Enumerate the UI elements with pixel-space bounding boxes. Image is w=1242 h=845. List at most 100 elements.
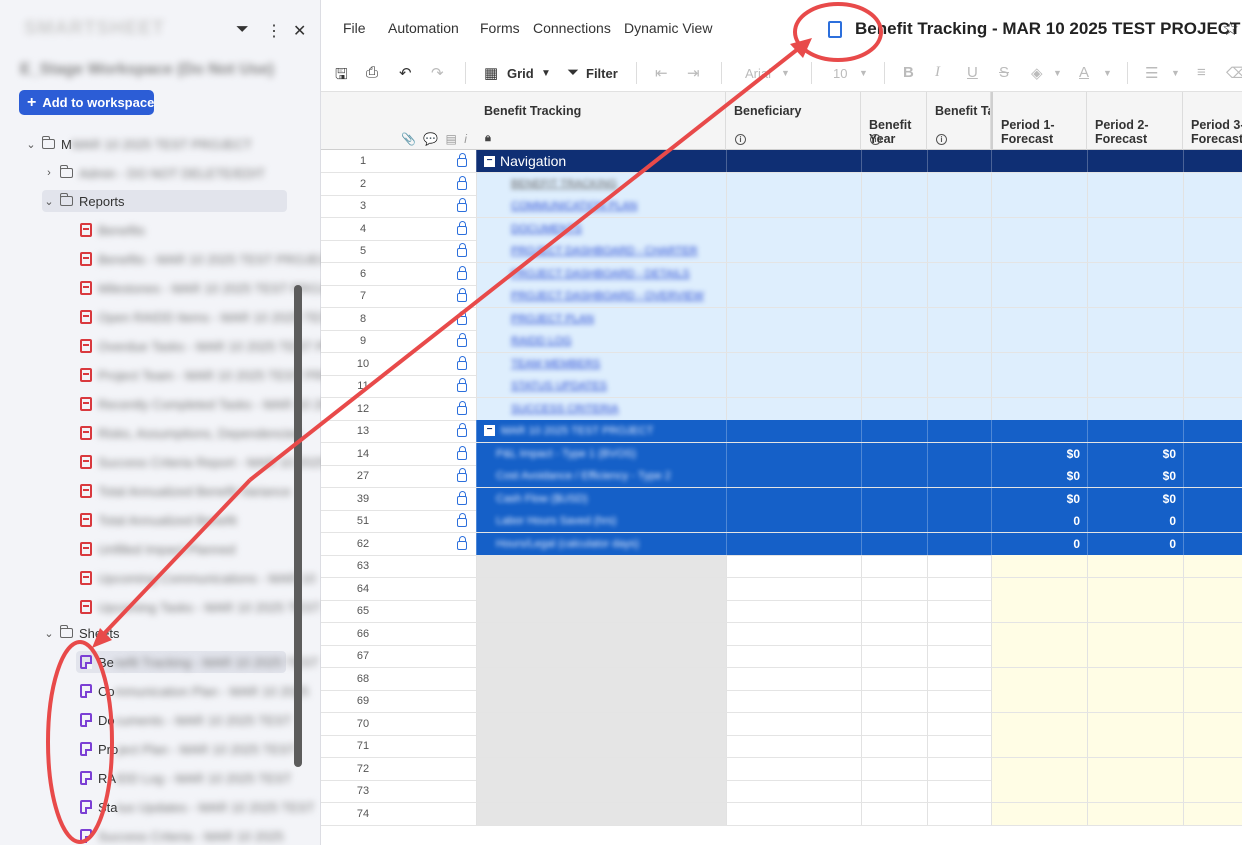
chevron-down-icon[interactable]: ▼: [859, 68, 868, 78]
period2-value[interactable]: 0: [1087, 537, 1176, 551]
report-item[interactable]: Total Annualized Benefit Variance: [80, 480, 291, 502]
sheet-item[interactable]: Sta tus Updates - MAR 10 2025 TEST: [76, 796, 315, 818]
report-item[interactable]: Success Criteria Report - MAR 10 2025: [80, 451, 326, 473]
nav-link[interactable]: STATUS UPDATES: [511, 380, 607, 392]
table-row[interactable]: 9 RAIDD LOG: [321, 330, 1242, 353]
sidebar-scrollbar[interactable]: [294, 285, 302, 767]
table-row[interactable]: 66: [321, 622, 1242, 646]
sheets-folder-item[interactable]: ⌄ Sheets: [42, 622, 292, 644]
italic-icon[interactable]: I: [935, 64, 940, 81]
report-item[interactable]: Upcoming Communications - MAR 10: [80, 567, 315, 589]
clear-format-icon[interactable]: ⌫: [1226, 64, 1242, 82]
undo-icon[interactable]: ↶: [399, 64, 412, 82]
table-row[interactable]: 67: [321, 645, 1242, 668]
info-icon[interactable]: i: [870, 134, 881, 145]
navigation-label[interactable]: − Navigation: [484, 153, 566, 169]
table-row[interactable]: 14 P&L Impact - Type 1 (BVOS) $0 $0: [321, 442, 1242, 466]
print-icon[interactable]: ⎙: [366, 64, 378, 81]
filter-button[interactable]: Filter: [586, 66, 618, 81]
table-row[interactable]: 6 PROJECT DASHBOARD - DETAILS: [321, 262, 1242, 286]
period1-value[interactable]: $0: [991, 492, 1080, 506]
period1-value[interactable]: $0: [991, 469, 1080, 483]
chevron-right-icon[interactable]: ›: [42, 167, 56, 179]
report-item[interactable]: Unfilled Impact Planned: [80, 538, 280, 560]
table-row[interactable]: 2 BENEFIT TRACKING: [321, 172, 1242, 196]
table-row[interactable]: 11 STATUS UPDATES: [321, 375, 1242, 398]
column-header-period3-forecast[interactable]: Period 3- Forecast: [1183, 92, 1242, 150]
report-item[interactable]: Benefits: [80, 219, 280, 241]
sheet-item[interactable]: Do cuments - MAR 10 2025 TEST: [76, 709, 291, 731]
wrap-text-icon[interactable]: ≡: [1197, 64, 1206, 81]
nav-link[interactable]: DOCUMENTS: [511, 223, 582, 235]
table-row[interactable]: 64: [321, 577, 1242, 601]
report-item[interactable]: Milestones - MAR 10 2025 TEST PROJECT: [80, 277, 352, 299]
info-icon[interactable]: i: [936, 134, 947, 145]
indent-icon[interactable]: ⇥: [687, 64, 700, 82]
column-header-period1-forecast[interactable]: Period 1- Forecast: [991, 92, 1087, 150]
chevron-down-icon[interactable]: ▼: [781, 68, 790, 78]
collapse-icon[interactable]: −: [484, 425, 495, 436]
grid-view-button[interactable]: Grid: [507, 66, 534, 81]
table-row[interactable]: 12 SUCCESS CRITERIA: [321, 397, 1242, 421]
chevron-down-icon[interactable]: ▼: [1171, 68, 1180, 78]
underline-icon[interactable]: U: [967, 64, 978, 81]
column-header-benefit-year[interactable]: Benefit Year i: [861, 92, 927, 150]
outdent-icon[interactable]: ⇤: [655, 64, 668, 82]
period2-value[interactable]: $0: [1087, 447, 1176, 461]
report-item[interactable]: Upcoming Tasks - MAR 10 2025 TEST: [80, 596, 321, 618]
table-row[interactable]: 62 Hours/Legal (calculator days) 0 0: [321, 532, 1242, 556]
table-row[interactable]: 71: [321, 735, 1242, 758]
report-item[interactable]: Project Team - MAR 10 2025 TEST PROJECT: [80, 364, 365, 386]
sheet-item[interactable]: Co mmunication Plan - MAR 10 2025: [76, 680, 309, 702]
table-row[interactable]: 1 − Navigation: [321, 150, 1242, 173]
nav-link[interactable]: PROJECT DASHBOARD - CHARTER: [511, 245, 698, 257]
sheet-item[interactable]: Pro ject Plan - MAR 10 2025 TEST: [76, 738, 296, 760]
period1-value[interactable]: 0: [991, 537, 1080, 551]
redo-icon[interactable]: ↷: [431, 64, 444, 82]
table-row[interactable]: 4 DOCUMENTS: [321, 217, 1242, 241]
period2-value[interactable]: $0: [1087, 469, 1176, 483]
table-row[interactable]: 68: [321, 667, 1242, 691]
report-item[interactable]: Overdue Tasks - MAR 10 2025 TEST PROJECT: [80, 335, 376, 357]
period2-value[interactable]: 0: [1087, 514, 1176, 528]
admin-folder-item[interactable]: › Admin - DO NOT DELETE/EDIT: [42, 162, 292, 184]
table-row[interactable]: 7 PROJECT DASHBOARD - OVERVIEW: [321, 285, 1242, 308]
period2-value[interactable]: $0: [1087, 492, 1176, 506]
save-icon[interactable]: 🖫: [335, 64, 348, 89]
menu-connections[interactable]: Connections: [533, 20, 611, 36]
reports-folder-item[interactable]: ⌄ Reports: [42, 190, 287, 212]
menu-dynamic-view[interactable]: Dynamic View: [624, 20, 712, 36]
chevron-down-icon[interactable]: ⌄: [24, 138, 38, 151]
report-item[interactable]: Benefits - MAR 10 2025 TEST PROJECT: [80, 248, 337, 270]
filter-icon[interactable]: ⏷: [236, 21, 249, 39]
table-row[interactable]: 74: [321, 802, 1242, 826]
nav-link[interactable]: PROJECT DASHBOARD - DETAILS: [511, 268, 690, 280]
column-header-beneficiary[interactable]: Beneficiary i: [726, 92, 861, 150]
chevron-down-icon[interactable]: ▼: [1053, 68, 1062, 78]
project-folder-item[interactable]: ⌄ M MAR 10 2025 TEST PROJECT: [24, 133, 294, 155]
chevron-down-icon[interactable]: ⌄: [42, 195, 56, 208]
table-row[interactable]: 65: [321, 600, 1242, 623]
sheet-title[interactable]: Benefit Tracking - MAR 10 2025 TEST PROJ…: [855, 19, 1240, 39]
report-item[interactable]: Open RAIDD Items - MAR 10 2025 TEST PROJ…: [80, 306, 401, 328]
add-to-workspace-button[interactable]: + Add to workspace: [19, 90, 154, 115]
menu-forms[interactable]: Forms: [480, 20, 520, 36]
period1-value[interactable]: $0: [991, 447, 1080, 461]
table-row[interactable]: 73: [321, 780, 1242, 803]
sheet-item[interactable]: Success Criteria - MAR 10 2025: [76, 825, 286, 845]
table-row[interactable]: 13 − MAR 10 2025 TEST PROJECT: [321, 420, 1242, 443]
table-row[interactable]: 63: [321, 555, 1242, 578]
column-header-benefit-tracking[interactable]: Benefit Tracking 🔒︎: [476, 92, 726, 150]
chevron-down-icon[interactable]: ▼: [1103, 68, 1112, 78]
table-row[interactable]: 10 TEAM MEMBERS: [321, 352, 1242, 376]
table-row[interactable]: 72: [321, 757, 1242, 781]
align-icon[interactable]: ☰: [1145, 64, 1158, 82]
bold-icon[interactable]: B: [903, 64, 914, 81]
strikethrough-icon[interactable]: S: [999, 64, 1009, 81]
text-color-icon[interactable]: A: [1079, 64, 1089, 81]
collapse-icon[interactable]: −: [484, 155, 495, 167]
table-row[interactable]: 70: [321, 712, 1242, 736]
table-row[interactable]: 8 PROJECT PLAN: [321, 307, 1242, 331]
favorite-star-icon[interactable]: ☆: [1222, 18, 1239, 41]
chevron-down-icon[interactable]: ⌄: [42, 627, 56, 640]
